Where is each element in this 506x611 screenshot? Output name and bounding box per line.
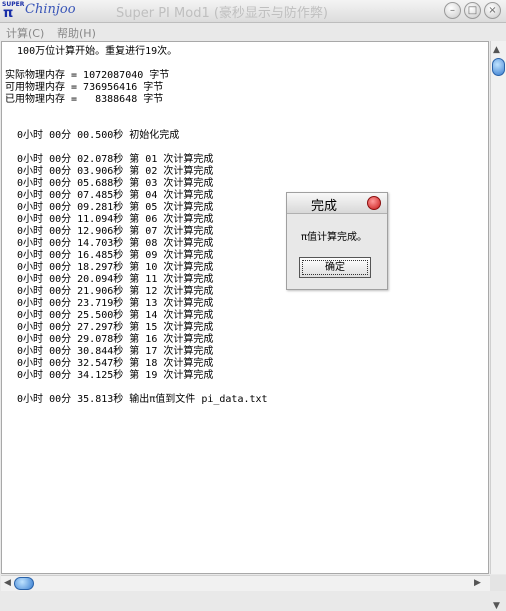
scroll-up-arrow-icon[interactable]: ▲ bbox=[493, 45, 500, 55]
output-line: 0小时 00分 18.297秒 第 10 次计算完成 bbox=[5, 262, 214, 273]
dialog-title: 完成 bbox=[311, 199, 338, 214]
output-line: 0小时 00分 21.906秒 第 12 次计算完成 bbox=[5, 286, 214, 297]
ok-button[interactable]: 确定 bbox=[299, 257, 371, 278]
horizontal-scrollbar[interactable]: ◀ ▶ bbox=[1, 575, 490, 591]
output-line: 0小时 00分 09.281秒 第 05 次计算完成 bbox=[5, 202, 214, 213]
output-line: 0小时 00分 29.078秒 第 16 次计算完成 bbox=[5, 334, 214, 345]
vertical-scroll-thumb[interactable] bbox=[492, 58, 505, 76]
scroll-down-arrow-icon[interactable]: ▼ bbox=[493, 601, 500, 611]
dialog-message: π值计算完成。 bbox=[301, 232, 368, 243]
menu-bar: 计算(C) 帮助(H) bbox=[0, 23, 506, 41]
menu-help[interactable]: 帮助(H) bbox=[57, 25, 96, 41]
output-line: 0小时 00分 03.906秒 第 02 次计算完成 bbox=[5, 166, 214, 177]
output-line: 已用物理内存 = 8388648 字节 bbox=[5, 94, 164, 105]
menu-calculate[interactable]: 计算(C) bbox=[6, 25, 44, 41]
maximize-icon: □ bbox=[467, 5, 478, 16]
completion-dialog: 完成 π值计算完成。 确定 bbox=[286, 192, 388, 290]
output-line: 0小时 00分 30.844秒 第 17 次计算完成 bbox=[5, 346, 214, 357]
close-icon: × bbox=[488, 5, 497, 16]
dialog-close-button[interactable] bbox=[367, 196, 381, 210]
output-line: 100万位计算开始。重复进行19次。 bbox=[5, 46, 178, 57]
output-line: 0小时 00分 14.703秒 第 08 次计算完成 bbox=[5, 238, 214, 249]
horizontal-scroll-thumb[interactable] bbox=[14, 577, 34, 590]
output-line: 0小时 00分 27.297秒 第 15 次计算完成 bbox=[5, 322, 214, 333]
output-line: 0小时 00分 11.094秒 第 06 次计算完成 bbox=[5, 214, 214, 225]
maximize-button[interactable]: □ bbox=[464, 2, 481, 19]
title-bar[interactable]: SUPER π Chinjoo Super PI Mod1 (豪秒显示与防作弊)… bbox=[0, 0, 506, 23]
window-title: Super PI Mod1 (豪秒显示与防作弊) bbox=[116, 6, 328, 21]
brand-name: Chinjoo bbox=[25, 2, 76, 17]
output-line: 0小时 00分 35.813秒 输出π值到文件 pi_data.txt bbox=[5, 394, 268, 405]
superpi-logo: SUPER π bbox=[2, 1, 25, 21]
output-line: 0小时 00分 07.485秒 第 04 次计算完成 bbox=[5, 190, 214, 201]
output-text-area[interactable]: 100万位计算开始。重复进行19次。 实际物理内存 = 1072087040 字… bbox=[1, 41, 489, 574]
output-line: 0小时 00分 00.500秒 初始化完成 bbox=[5, 130, 180, 141]
output-line: 0小时 00分 02.078秒 第 01 次计算完成 bbox=[5, 154, 214, 165]
scroll-left-arrow-icon[interactable]: ◀ bbox=[4, 578, 11, 588]
output-line: 0小时 00分 12.906秒 第 07 次计算完成 bbox=[5, 226, 214, 237]
minimize-icon: – bbox=[450, 5, 455, 16]
vertical-scrollbar[interactable]: ▲ ▼ bbox=[490, 41, 506, 611]
minimize-button[interactable]: – bbox=[444, 2, 461, 19]
output-line: 0小时 00分 23.719秒 第 13 次计算完成 bbox=[5, 298, 214, 309]
output-line: 0小时 00分 20.094秒 第 11 次计算完成 bbox=[5, 274, 214, 285]
output-line: 0小时 00分 05.688秒 第 03 次计算完成 bbox=[5, 178, 214, 189]
output-line: 可用物理内存 = 736956416 字节 bbox=[5, 82, 164, 93]
output-line: 0小时 00分 16.485秒 第 09 次计算完成 bbox=[5, 250, 214, 261]
output-line: 0小时 00分 25.500秒 第 14 次计算完成 bbox=[5, 310, 214, 321]
output-line: 实际物理内存 = 1072087040 字节 bbox=[5, 70, 170, 81]
scroll-right-arrow-icon[interactable]: ▶ bbox=[474, 578, 481, 588]
dialog-title-bar[interactable]: 完成 bbox=[287, 193, 387, 214]
focus-ring bbox=[302, 260, 368, 275]
close-button[interactable]: × bbox=[484, 2, 501, 19]
output-line: 0小时 00分 32.547秒 第 18 次计算完成 bbox=[5, 358, 214, 369]
output-line: 0小时 00分 34.125秒 第 19 次计算完成 bbox=[5, 370, 214, 381]
resize-grip[interactable] bbox=[490, 575, 506, 591]
